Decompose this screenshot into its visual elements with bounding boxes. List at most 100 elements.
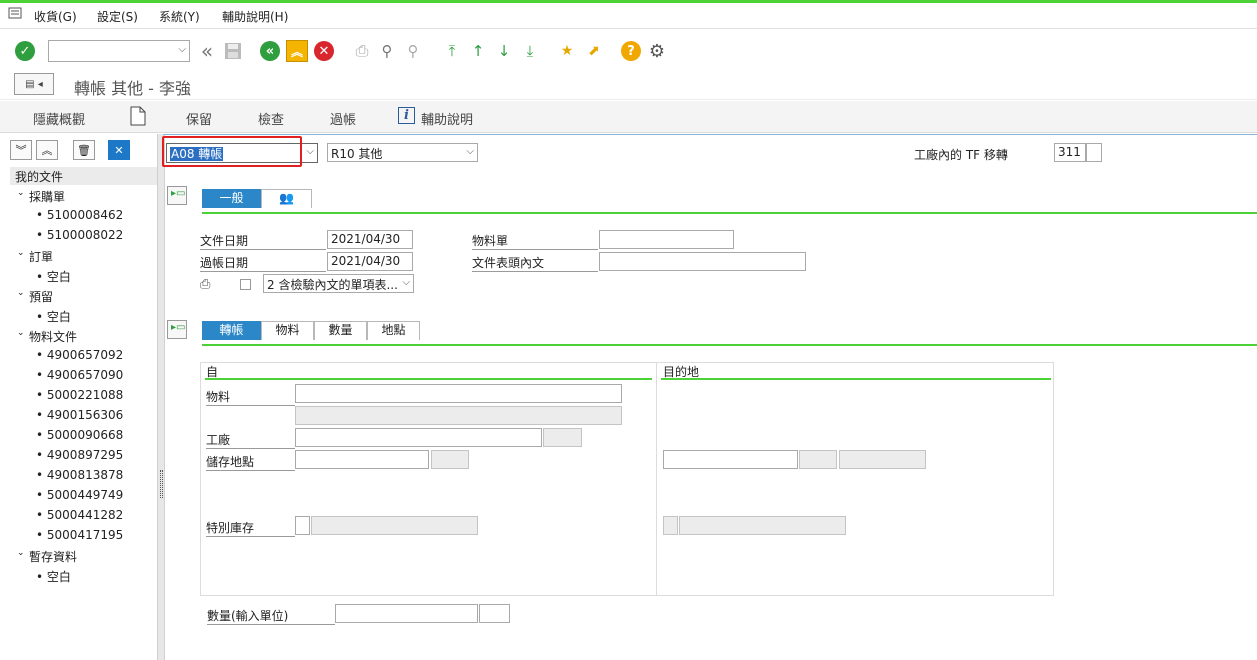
enter-button[interactable]: ✓ [14, 40, 36, 62]
menu-item-settings[interactable]: 設定(S) [97, 8, 138, 25]
check-button[interactable]: 檢查 [258, 109, 284, 128]
double-chevron-left-icon: « [200, 39, 214, 63]
tree-group-held-data[interactable]: 暫存資料 [29, 548, 77, 565]
movement-type-field[interactable]: 311 [1054, 143, 1086, 162]
tree-root-row[interactable]: 我的文件 [10, 167, 157, 185]
tree-item[interactable]: • 4900813878 [36, 468, 123, 482]
from-material-description [295, 406, 622, 425]
tree-item[interactable]: • 5100008022 [36, 228, 123, 242]
from-special-stock-field[interactable] [295, 516, 310, 535]
tree-item[interactable]: • 5000221088 [36, 388, 123, 402]
from-special-stock-description [311, 516, 478, 535]
header-text-field[interactable] [599, 252, 806, 271]
create-session-button[interactable]: ★ [556, 40, 578, 62]
tree-item[interactable]: • 5000417195 [36, 528, 123, 542]
reference-select[interactable]: R10 其他 ⌵ [327, 143, 478, 162]
collapse-all-button[interactable]: ︽ [36, 140, 58, 160]
tab-transfer[interactable]: 轉帳 [202, 321, 261, 340]
main-content: A08 轉帳 ⌵ R10 其他 ⌵ 工廠內的 TF 移轉 311 ▸▭ 一般 👥… [162, 134, 1257, 660]
tree-item[interactable]: • 5000449749 [36, 488, 123, 502]
collapse-command-button[interactable]: « [196, 39, 218, 63]
delivery-note-field[interactable] [599, 230, 734, 249]
find-button[interactable]: ⚲ [376, 40, 398, 62]
previous-page-icon: ↑ [471, 42, 485, 60]
special-stock-label: 特別庫存 [206, 519, 295, 537]
chevron-down-icon[interactable]: ⌄ [17, 548, 25, 558]
document-icon [130, 106, 146, 126]
tree-item[interactable]: • 5000090668 [36, 428, 123, 442]
tab-location[interactable]: 地點 [367, 321, 420, 340]
hide-overview-button[interactable]: 隱藏概觀 [33, 109, 85, 128]
next-page-button[interactable]: ↓ [493, 40, 515, 62]
tab-partner[interactable]: 👥 [261, 189, 312, 208]
help-button[interactable]: ? [620, 40, 642, 62]
menu-icon[interactable] [8, 7, 24, 24]
tab-quantity[interactable]: 數量 [314, 321, 367, 340]
toggle-header-button[interactable]: ▸▭ [167, 186, 187, 205]
menu-item-help[interactable]: 輔助說明(H) [222, 8, 288, 25]
tab-general[interactable]: 一般 [202, 189, 261, 208]
from-plant-field[interactable] [295, 428, 542, 447]
post-date-field[interactable]: 2021/04/30 [327, 252, 413, 271]
tree-item[interactable]: • 5100008462 [36, 208, 123, 222]
menu-toggle-button[interactable]: ▤ ◂ [14, 73, 54, 95]
create-shortcut-button[interactable]: ⬈ [583, 40, 605, 62]
tree-item[interactable]: • 4900897295 [36, 448, 123, 462]
tree-item-label: 5100008462 [46, 208, 124, 222]
print-button[interactable]: ⎙ [351, 40, 373, 62]
expand-section-icon: ▸▭ [171, 322, 186, 333]
tree-item[interactable]: • 4900156306 [36, 408, 123, 422]
save-button[interactable] [222, 40, 244, 62]
panel-splitter[interactable] [158, 134, 165, 660]
command-field[interactable]: ⌵ [48, 40, 190, 62]
expand-all-button[interactable]: ︾ [10, 140, 32, 160]
tree-item[interactable]: • 空白 [36, 568, 71, 585]
tree-item[interactable]: • 5000441282 [36, 508, 123, 522]
unit-field[interactable] [479, 604, 510, 623]
to-storage-location-field[interactable] [663, 450, 798, 469]
print-version-select[interactable]: 2 含檢驗內文的單項表... ⌵ [263, 274, 414, 293]
menu-item-goods-receipt[interactable]: 收貨(G) [34, 8, 77, 25]
tab-material[interactable]: 物料 [261, 321, 314, 340]
tree-item-label: 4900897295 [46, 448, 124, 462]
delete-button[interactable]: 🗑 [73, 140, 95, 160]
from-storage-location-field[interactable] [295, 450, 429, 469]
chevron-down-icon[interactable]: ⌄ [17, 188, 25, 198]
tree-group-orders[interactable]: 訂單 [29, 248, 53, 265]
doc-date-field[interactable]: 2021/04/30 [327, 230, 413, 249]
exit-button[interactable]: ︽ [286, 40, 308, 62]
drag-handle-icon[interactable] [160, 470, 163, 498]
menu-item-system[interactable]: 系統(Y) [159, 8, 200, 25]
help-text-button[interactable]: 輔助說明 [421, 109, 473, 128]
quantity-field[interactable] [335, 604, 478, 623]
print-checkbox[interactable] [240, 279, 251, 290]
standard-toolbar: ✓ ⌵ « « ︽ ✕ ⎙ ⚲ ⚲ ⤒ ↑ ↓ ⤓ ★ ⬈ ? ⚙ [0, 30, 1257, 70]
tree-item[interactable]: • 4900657090 [36, 368, 123, 382]
from-material-field[interactable] [295, 384, 622, 403]
chevron-down-icon[interactable]: ⌄ [17, 328, 25, 338]
last-page-button[interactable]: ⤓ [519, 40, 541, 62]
new-document-button[interactable] [130, 106, 146, 130]
tree-item[interactable]: • 4900657092 [36, 348, 123, 362]
screen-menu-icon: ▤ ◂ [25, 78, 43, 90]
info-icon[interactable]: i [398, 107, 415, 124]
movement-type-indicator-field[interactable] [1086, 143, 1102, 162]
cancel-button[interactable]: ✕ [313, 40, 335, 62]
tree-group-purchase-orders[interactable]: 採購單 [29, 188, 65, 205]
tree-group-reservations[interactable]: 預留 [29, 288, 53, 305]
customize-layout-button[interactable]: ⚙ [646, 40, 668, 62]
first-page-button[interactable]: ⤒ [441, 40, 463, 62]
tree-item[interactable]: • 空白 [36, 268, 71, 285]
post-button[interactable]: 過帳 [330, 109, 356, 128]
to-special-stock-description [679, 516, 846, 535]
tree-item[interactable]: • 空白 [36, 308, 71, 325]
find-next-button[interactable]: ⚲ [402, 40, 424, 62]
hold-button[interactable]: 保留 [186, 109, 212, 128]
back-button[interactable]: « [259, 40, 281, 62]
chevron-down-icon[interactable]: ⌄ [17, 288, 25, 298]
previous-page-button[interactable]: ↑ [467, 40, 489, 62]
toggle-detail-button[interactable]: ▸▭ [167, 320, 187, 339]
close-overview-button[interactable]: ✕ [108, 140, 130, 160]
chevron-down-icon[interactable]: ⌄ [17, 248, 25, 258]
tree-group-material-documents[interactable]: 物料文件 [29, 328, 77, 345]
